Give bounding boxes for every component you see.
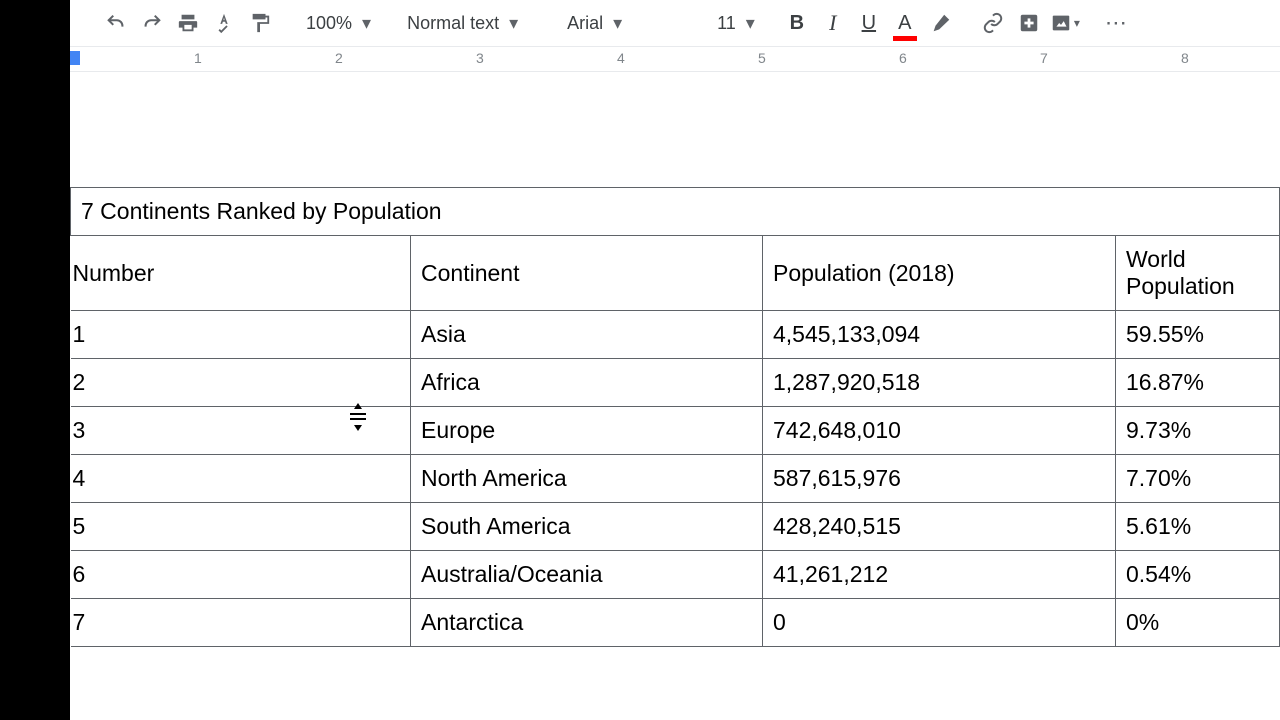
paint-format-button[interactable] xyxy=(244,7,276,39)
document-page[interactable]: 7 Continents Ranked by Population Number… xyxy=(70,72,1280,720)
insert-link-button[interactable] xyxy=(977,7,1009,39)
left-black-bar xyxy=(0,0,70,720)
ruler-mark: 3 xyxy=(476,50,484,66)
insert-image-button[interactable]: ▾ xyxy=(1049,7,1081,39)
cell-number[interactable]: 5 xyxy=(71,503,411,551)
text-color-button[interactable]: A xyxy=(889,7,921,39)
table-row[interactable]: 7Antarctica00% xyxy=(71,599,1280,647)
cell-number[interactable]: 2 xyxy=(71,359,411,407)
header-continent[interactable]: Continent xyxy=(411,236,763,311)
ruler-mark: 1 xyxy=(194,50,202,66)
table-row[interactable]: 5South America428,240,5155.61% xyxy=(71,503,1280,551)
cell-population[interactable]: 0 xyxy=(763,599,1116,647)
chevron-down-icon: ▾ xyxy=(746,13,755,34)
chevron-down-icon: ▾ xyxy=(509,13,518,34)
cell-percent[interactable]: 5.61% xyxy=(1116,503,1280,551)
ruler-mark: 5 xyxy=(758,50,766,66)
cell-percent[interactable]: 7.70% xyxy=(1116,455,1280,503)
cell-population[interactable]: 587,615,976 xyxy=(763,455,1116,503)
cell-number[interactable]: 3 xyxy=(71,407,411,455)
underline-button[interactable]: U xyxy=(853,7,885,39)
highlight-button[interactable] xyxy=(925,7,957,39)
header-world-population[interactable]: World Population xyxy=(1116,236,1280,311)
more-button[interactable]: ⋯ xyxy=(1101,7,1133,39)
paragraph-style-dropdown[interactable]: Normal text ▾ xyxy=(397,7,537,39)
chevron-down-icon: ▾ xyxy=(1074,16,1080,30)
font-size-dropdown[interactable]: 11 ▾ xyxy=(707,7,761,39)
ruler-mark: 6 xyxy=(899,50,907,66)
ruler[interactable]: 1 2 3 4 5 6 7 8 xyxy=(70,46,1280,72)
table-title[interactable]: 7 Continents Ranked by Population xyxy=(71,188,1280,236)
bold-button[interactable]: B xyxy=(781,7,813,39)
chevron-down-icon: ▾ xyxy=(613,13,622,34)
table-row[interactable]: 3Europe742,648,0109.73% xyxy=(71,407,1280,455)
cell-percent[interactable]: 0.54% xyxy=(1116,551,1280,599)
cell-percent[interactable]: 16.87% xyxy=(1116,359,1280,407)
header-number[interactable]: Number xyxy=(71,236,411,311)
ruler-indent-marker[interactable] xyxy=(70,51,80,65)
redo-button[interactable] xyxy=(136,7,168,39)
cell-number[interactable]: 4 xyxy=(71,455,411,503)
cell-continent[interactable]: Antarctica xyxy=(411,599,763,647)
table-row[interactable]: 4North America587,615,9767.70% xyxy=(71,455,1280,503)
toolbar: 100% ▾ Normal text ▾ Arial ▾ 11 ▾ B I U … xyxy=(70,0,1280,46)
style-value: Normal text xyxy=(407,13,499,34)
header-population[interactable]: Population (2018) xyxy=(763,236,1116,311)
table-row[interactable]: 2Africa1,287,920,51816.87% xyxy=(71,359,1280,407)
font-dropdown[interactable]: Arial ▾ xyxy=(557,7,687,39)
cell-continent[interactable]: Australia/Oceania xyxy=(411,551,763,599)
ruler-mark: 7 xyxy=(1040,50,1048,66)
ruler-mark: 2 xyxy=(335,50,343,66)
table-header-row[interactable]: Number Continent Population (2018) World… xyxy=(71,236,1280,311)
cell-percent[interactable]: 59.55% xyxy=(1116,311,1280,359)
undo-button[interactable] xyxy=(100,7,132,39)
cell-continent[interactable]: Europe xyxy=(411,407,763,455)
cell-continent[interactable]: Asia xyxy=(411,311,763,359)
zoom-dropdown[interactable]: 100% ▾ xyxy=(296,7,377,39)
cell-population[interactable]: 41,261,212 xyxy=(763,551,1116,599)
table-title-row[interactable]: 7 Continents Ranked by Population xyxy=(71,188,1280,236)
cell-population[interactable]: 1,287,920,518 xyxy=(763,359,1116,407)
chevron-down-icon: ▾ xyxy=(362,13,371,34)
cell-continent[interactable]: North America xyxy=(411,455,763,503)
cell-population[interactable]: 428,240,515 xyxy=(763,503,1116,551)
cell-population[interactable]: 4,545,133,094 xyxy=(763,311,1116,359)
table-row[interactable]: 6Australia/Oceania41,261,2120.54% xyxy=(71,551,1280,599)
cell-population[interactable]: 742,648,010 xyxy=(763,407,1116,455)
font-value: Arial xyxy=(567,13,603,34)
table-row[interactable]: 1Asia4,545,133,09459.55% xyxy=(71,311,1280,359)
italic-button[interactable]: I xyxy=(817,7,849,39)
print-button[interactable] xyxy=(172,7,204,39)
spellcheck-button[interactable] xyxy=(208,7,240,39)
continents-table[interactable]: 7 Continents Ranked by Population Number… xyxy=(70,187,1280,647)
zoom-value: 100% xyxy=(306,13,352,34)
cell-number[interactable]: 6 xyxy=(71,551,411,599)
ruler-mark: 4 xyxy=(617,50,625,66)
ruler-mark: 8 xyxy=(1181,50,1189,66)
cell-continent[interactable]: Africa xyxy=(411,359,763,407)
font-size-value: 11 xyxy=(717,13,736,34)
cell-continent[interactable]: South America xyxy=(411,503,763,551)
cell-number[interactable]: 1 xyxy=(71,311,411,359)
cell-percent[interactable]: 0% xyxy=(1116,599,1280,647)
cell-number[interactable]: 7 xyxy=(71,599,411,647)
insert-comment-button[interactable] xyxy=(1013,7,1045,39)
cell-percent[interactable]: 9.73% xyxy=(1116,407,1280,455)
